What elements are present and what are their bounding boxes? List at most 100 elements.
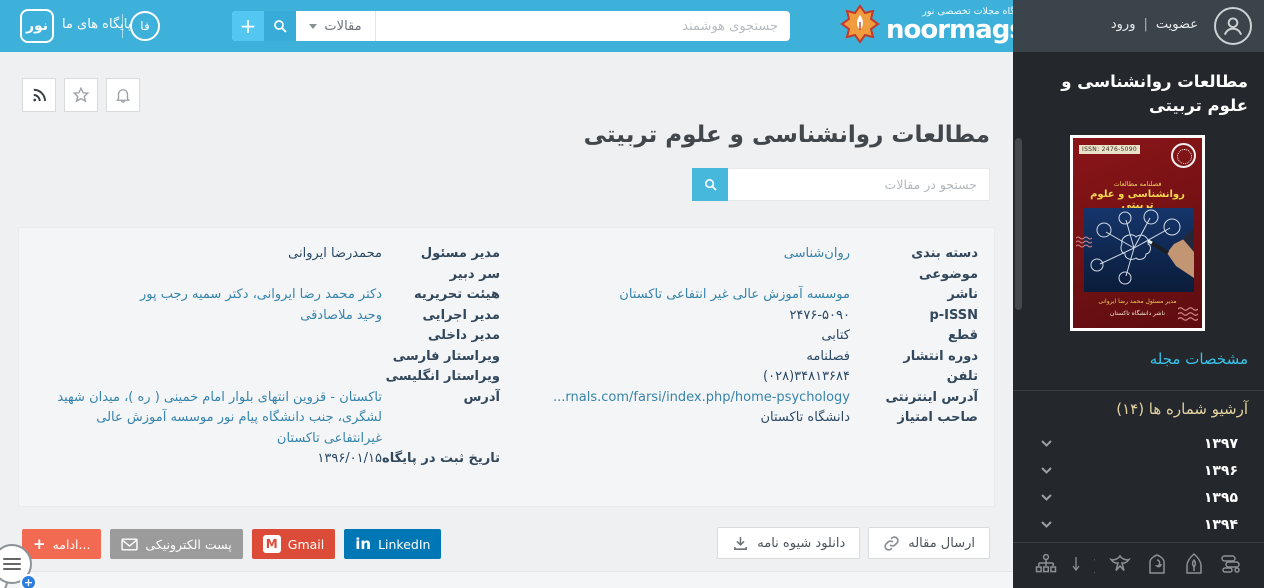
detail-row: سر دبیر xyxy=(35,265,500,286)
article-search-input[interactable] xyxy=(728,168,990,201)
download-guide-label: دانلود شیوه نامه xyxy=(757,536,845,551)
detail-value-link[interactable]: وحید ملاصادقی xyxy=(300,306,382,327)
signup-link[interactable]: عضویت xyxy=(1156,17,1198,32)
sidebar-item-journal-specs[interactable]: مشخصات مجله xyxy=(1150,350,1248,368)
header-search-bar: + مقالات xyxy=(232,11,790,41)
pen-dome-icon[interactable] xyxy=(1182,552,1206,576)
press-stack-icon[interactable] xyxy=(1219,552,1243,576)
year-label: ۱۳۹۷ xyxy=(1204,436,1238,452)
user-avatar[interactable] xyxy=(1214,7,1252,45)
language-label: فا xyxy=(140,19,149,33)
noormags-star-icon xyxy=(840,4,880,44)
noor-logo-icon[interactable]: نور xyxy=(20,9,54,43)
bell-icon xyxy=(114,86,132,104)
detail-row: ویراستار انگلیسی xyxy=(35,367,500,388)
chevron-down-icon xyxy=(1041,494,1052,501)
page-title: مطالعات روانشناسی و علوم تربیتی xyxy=(584,122,990,148)
year-label: ۱۳۹۵ xyxy=(1204,490,1238,506)
page: نور پایگاه های ما فا + مقالات پایگاه مجل… xyxy=(0,0,1264,588)
chevron-down-icon xyxy=(1041,521,1052,528)
journal-cover[interactable]: ISSN: 2476-5090 فصلنامه مطالعات روانشناس… xyxy=(1070,135,1205,331)
detail-label: ویراستار فارسی xyxy=(382,347,500,368)
gmail-icon: M xyxy=(263,535,281,553)
detail-label: p-ISSN xyxy=(850,306,978,327)
download-guide-button[interactable]: دانلود شیوه نامه xyxy=(717,527,860,559)
detail-row: مدیر داخلی xyxy=(35,326,500,347)
submit-article-label: ارسال مقاله xyxy=(908,536,975,551)
archive-year-1396[interactable]: ۱۳۹۶ xyxy=(1013,457,1264,484)
detail-value: ۱۳۹۶/۰۱/۱۵ xyxy=(317,449,382,470)
detail-label: آدرس اینترنتی xyxy=(850,388,978,409)
feedback-widget[interactable]: + xyxy=(0,540,62,588)
university-emblem-icon xyxy=(1171,143,1196,168)
noormags-brand[interactable]: پایگاه مجلات تخصصی نور noormags xyxy=(840,4,1024,44)
language-toggle[interactable]: فا xyxy=(130,11,160,41)
detail-row: ناشرموسسه آموزش عالی غیر انتفاعی تاکستان xyxy=(500,285,978,306)
detail-row: تاریخ ثبت در پایگاه۱۳۹۶/۰۱/۱۵ xyxy=(35,449,500,470)
detail-label: قطع xyxy=(850,326,978,347)
submit-article-button[interactable]: ارسال مقاله xyxy=(868,527,990,559)
add-comment-icon: + xyxy=(20,574,37,588)
detail-value-link[interactable]: روان‌شناسی xyxy=(784,244,850,265)
advanced-search-button[interactable]: + xyxy=(232,11,264,41)
notifications-button[interactable] xyxy=(106,78,140,112)
envelope-icon xyxy=(121,538,138,551)
sidebar-scrollbar[interactable] xyxy=(1015,138,1022,310)
linkedin-icon: in xyxy=(355,535,371,553)
details-column-left: مدیر مسئولمحمدرضا ایروانی سر دبیر هیئت ت… xyxy=(35,244,500,490)
detail-row: دسته بندی موضوعیروان‌شناسی xyxy=(500,244,978,285)
detail-row: آدرس اینترنتی...rnals.com/farsi/index.ph… xyxy=(500,388,978,409)
detail-row: هیئت تحریریهدکتر محمد رضا ایروانی، دکتر … xyxy=(35,285,500,306)
cover-photo xyxy=(1084,208,1194,292)
share-gmail-button[interactable]: M Gmail xyxy=(252,529,335,559)
share-linkedin-button[interactable]: in LinkedIn xyxy=(344,529,441,559)
detail-row: دوره انتشارفصلنامه xyxy=(500,347,978,368)
share-linkedin-label: LinkedIn xyxy=(378,537,430,552)
person-icon xyxy=(1220,13,1246,39)
cover-series: فصلنامه مطالعات xyxy=(1073,180,1202,188)
header-search-input[interactable] xyxy=(376,11,790,41)
share-buttons: + ادامه... پست الکترونیکی M Gmail in Lin… xyxy=(22,529,441,559)
star-icon xyxy=(72,86,90,104)
detail-label: مدیر مسئول xyxy=(382,244,500,265)
detail-value-link[interactable]: دکتر محمد رضا ایروانی، دکتر سمیه رجب پور xyxy=(140,285,382,306)
footer-divider xyxy=(0,571,1013,588)
svg-text:الف: الف xyxy=(1094,554,1095,563)
favorite-button[interactable] xyxy=(64,78,98,112)
account-links: ورود | عضویت xyxy=(1111,17,1198,32)
article-search-bar xyxy=(692,168,990,201)
header-divider xyxy=(122,14,123,38)
wave-ornament-icon xyxy=(1178,306,1198,322)
rss-button[interactable] xyxy=(22,78,56,112)
detail-label: ناشر xyxy=(850,285,978,306)
archive-year-1394[interactable]: ۱۳۹۴ xyxy=(1013,511,1264,538)
share-email-button[interactable]: پست الکترونیکی xyxy=(110,529,242,559)
article-search-button[interactable] xyxy=(692,168,728,201)
address-link[interactable]: تاکستان - قزوین انتهای بلوار امام خمینی … xyxy=(37,388,382,450)
caret-down-icon xyxy=(309,24,317,29)
detail-row: مدیر اجراییوحید ملاصادقی xyxy=(35,306,500,327)
chevron-down-icon xyxy=(1041,440,1052,447)
sidebar-divider xyxy=(1013,390,1264,391)
login-link[interactable]: ورود xyxy=(1111,17,1136,32)
share-email-label: پست الکترونیکی xyxy=(145,537,231,552)
detail-label: تاریخ ثبت در پایگاه xyxy=(382,449,500,470)
archive-year-1395[interactable]: ۱۳۹۵ xyxy=(1013,484,1264,511)
detail-label: سر دبیر xyxy=(382,265,500,286)
search-scope-dropdown[interactable]: مقالات xyxy=(296,11,376,41)
search-button[interactable] xyxy=(264,11,296,41)
detail-row: قطعکتابی xyxy=(500,326,978,347)
svg-text:ی: ی xyxy=(1094,566,1095,576)
alphabet-sort-icon[interactable]: الف ی xyxy=(1071,552,1095,576)
details-column-right: دسته بندی موضوعیروان‌شناسی ناشرموسسه آمو… xyxy=(500,244,978,490)
journal-website-link[interactable]: ...rnals.com/farsi/index.php/home-psycho… xyxy=(553,388,850,409)
our-sites-link[interactable]: پایگاه های ما xyxy=(62,17,131,32)
manuscript-arch-icon[interactable] xyxy=(1145,552,1169,576)
archive-header[interactable]: آرشیو شماره ها (۱۴) xyxy=(1116,400,1248,418)
archive-year-1397[interactable]: ۱۳۹۷ xyxy=(1013,430,1264,457)
detail-row: p-ISSN۲۴۷۶-۵۰۹۰ xyxy=(500,306,978,327)
detail-value: ۲۴۷۶-۵۰۹۰ xyxy=(789,306,850,327)
detail-value-link[interactable]: موسسه آموزش عالی غیر انتفاعی تاکستان xyxy=(619,285,850,306)
bird-emblem-icon[interactable] xyxy=(1108,552,1132,576)
hierarchy-icon[interactable] xyxy=(1034,552,1058,576)
